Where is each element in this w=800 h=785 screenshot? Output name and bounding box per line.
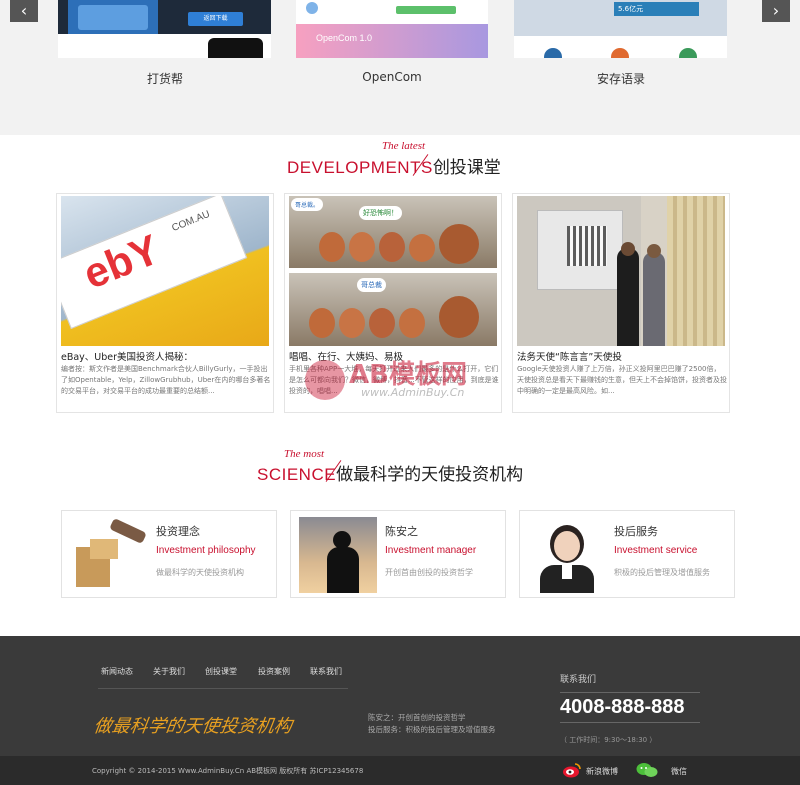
science-zh-title: 做最科学的天使投资机构 [336, 465, 524, 485]
service-desc: 做最科学的天使投资机构 [156, 568, 244, 577]
carousel-section: ‹ › 返回下载 打货帮 OpenCom 1.0 OpenCom 5.6亿元 安… [0, 0, 800, 135]
article-image-ebay[interactable]: ebY COM.AU [61, 196, 269, 346]
article-image-presentation[interactable] [517, 196, 725, 346]
service-en: Investment philosophy [156, 545, 256, 556]
wechat-link[interactable]: 微信 [671, 766, 687, 777]
footer-nav-contact[interactable]: 联系我们 [310, 666, 342, 677]
footer-divider [98, 688, 348, 689]
service-desc: 开创首由创投的投资哲学 [385, 568, 473, 577]
download-button: 返回下载 [188, 12, 243, 26]
carousel-caption[interactable]: 打货帮 [58, 70, 272, 87]
service-en: Investment service [614, 545, 698, 556]
science-italic: The most [284, 448, 325, 460]
article-title[interactable]: eBay、Uber美国投资人揭秘： [61, 349, 193, 363]
developments-heading: The latest DEVELOPMENTS创投课堂 [0, 140, 800, 180]
contact-divider [560, 722, 700, 723]
weibo-icon[interactable] [562, 762, 582, 778]
article-summary: 编者按：斯文作者是美国Benchmark合伙人BillyGurly，一手投出了如… [61, 365, 271, 395]
footer-nav-news[interactable]: 新闻动态 [101, 666, 133, 677]
carousel-caption[interactable]: OpenCom [285, 70, 499, 84]
carousel-image-dahuobang[interactable]: 返回下载 [58, 0, 271, 58]
footer-line1: 陈安之：开创首创的投资哲学 [368, 713, 466, 722]
contact-hours: （ 工作时间：9:30～18:30 ） [560, 736, 657, 744]
service-title[interactable]: 陈安之 [385, 523, 418, 539]
service-box[interactable]: 投资理念 Investment philosophy 做最科学的天使投资机构 [61, 510, 277, 598]
footer: 新闻动态 关于我们 创投课堂 投资案例 联系我们 做最科学的天使投资机构 陈安之… [0, 636, 800, 756]
article-summary: Google天使投资人赚了上万倍，孙正义投阿里巴巴赚了2500倍，天使投资总是看… [517, 365, 727, 395]
service-en: Investment manager [385, 545, 477, 556]
copyright-text: Copyright © 2014-2015 Www.AdminBuy.Cn AB… [92, 767, 364, 775]
footer-nav-about[interactable]: 关于我们 [153, 666, 185, 677]
article-image-eggs[interactable]: 哥总裁。 好恐怖啊！ 哥总裁 [289, 196, 497, 346]
footer-nav-class[interactable]: 创投课堂 [205, 666, 237, 677]
article-title[interactable]: 法务天使“陈言言”天使投 [517, 349, 622, 363]
wechat-icon[interactable] [636, 762, 658, 778]
service-title[interactable]: 投后服务 [614, 523, 658, 539]
developments-italic: The latest [382, 140, 426, 152]
carousel-image-opencom[interactable]: OpenCom 1.0 [296, 0, 488, 58]
service-image-manager [299, 517, 377, 593]
carousel-image-ancun[interactable]: 5.6亿元 [514, 0, 727, 58]
service-image-philosophy [70, 517, 148, 593]
carousel-prev-button[interactable]: ‹ [10, 0, 38, 22]
weibo-link[interactable]: 新浪微博 [586, 766, 618, 777]
carousel-next-button[interactable]: › [762, 0, 790, 22]
footer-slogan: 做最科学的天使投资机构 [92, 716, 294, 737]
service-title[interactable]: 投资理念 [156, 523, 200, 539]
footer-nav-cases[interactable]: 投资案例 [258, 666, 290, 677]
developments-zh-title: 创投课堂 [432, 158, 501, 178]
service-box[interactable]: 陈安之 Investment manager 开创首由创投的投资哲学 [290, 510, 506, 598]
service-image-support [528, 517, 606, 593]
copyright-bar: Copyright © 2014-2015 Www.AdminBuy.Cn AB… [0, 756, 800, 785]
service-box[interactable]: 投后服务 Investment service 积极的投后管理及增值服务 [519, 510, 735, 598]
developments-en-title: DEVELOPMENTS [287, 158, 433, 177]
footer-line2: 投后服务：积极的投后管理及增值服务 [368, 725, 496, 734]
article-card[interactable]: ebY COM.AU eBay、Uber美国投资人揭秘： 编者按：斯文作者是美国… [56, 193, 274, 413]
service-desc: 积极的投后管理及增值服务 [614, 568, 710, 577]
article-card[interactable]: 法务天使“陈言言”天使投 Google天使投资人赚了上万倍，孙正义投阿里巴巴赚了… [512, 193, 730, 413]
science-en-title: SCIENCE [257, 465, 337, 484]
watermark-logo-icon [305, 360, 345, 400]
contact-phone: 4008-888-888 [560, 696, 685, 718]
contact-label: 联系我们 [560, 675, 597, 685]
science-heading: The most SCIENCE做最科学的天使投资机构 [0, 448, 800, 488]
contact-divider [560, 692, 700, 693]
carousel-caption[interactable]: 安存语录 [514, 70, 728, 87]
